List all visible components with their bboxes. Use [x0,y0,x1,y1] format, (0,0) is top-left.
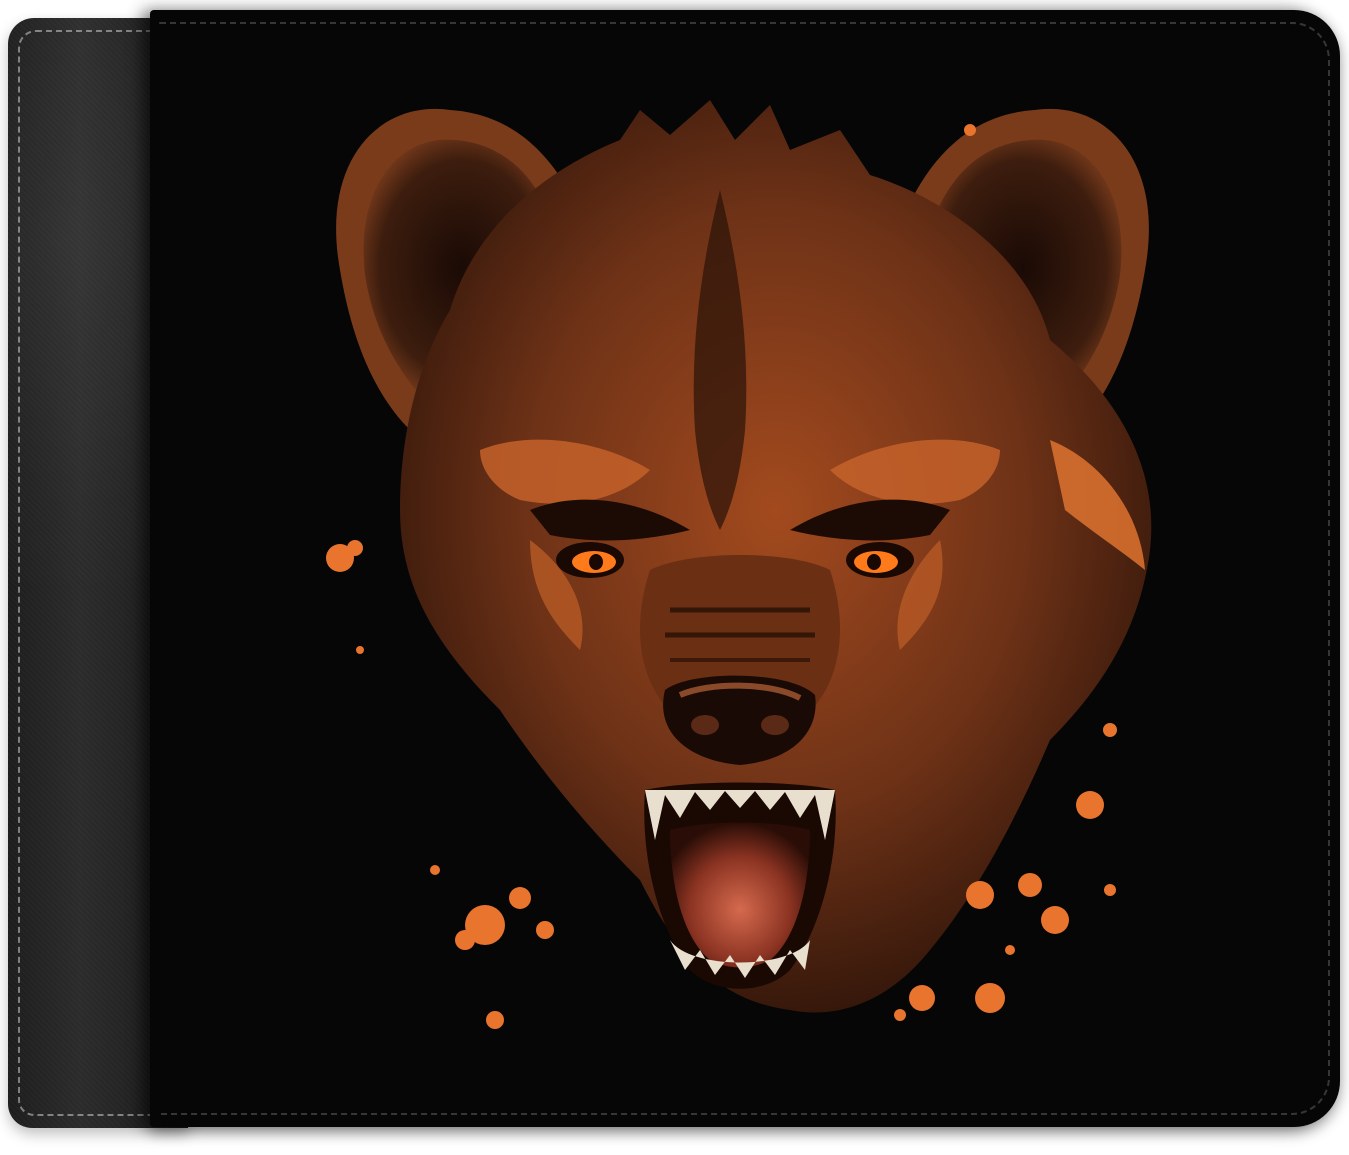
wallet-front-panel [150,10,1340,1127]
right-eye [846,542,914,578]
left-eye [556,542,624,578]
product-photo [0,0,1349,1155]
hyena-print-art [326,100,1152,1029]
